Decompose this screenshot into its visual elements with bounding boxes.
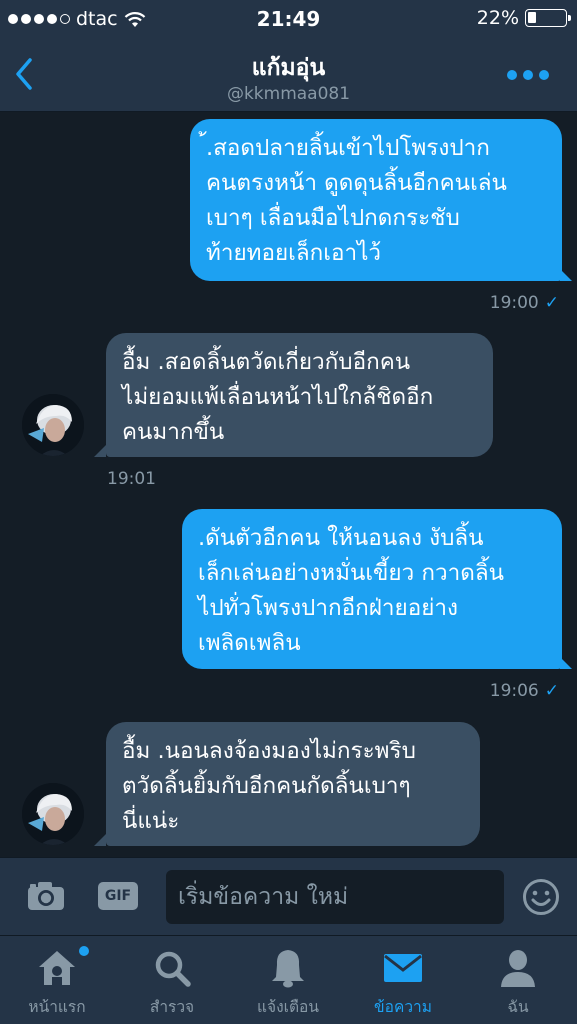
bubble-tail	[94, 445, 106, 457]
tab-explore[interactable]: สำรวจ	[122, 946, 222, 1019]
message-line: ตวัดลิ้นยิ้มกับอีกคนกัดลิ้นเบาๆ	[122, 773, 411, 799]
message-line: ้.สอดปลายลิ้นเข้าไปโพรงปาก	[206, 135, 490, 161]
more-options-button[interactable]	[507, 70, 549, 80]
message-line: ไม่ยอมแพ้เลื่อนหน้าไปใกล้ชิดอีก	[122, 384, 434, 410]
battery-percent: 22%	[476, 7, 519, 29]
bubble-tail	[560, 269, 572, 281]
message-line: เพลิดเพลิน	[198, 630, 301, 656]
avatar[interactable]	[22, 783, 84, 845]
battery-icon	[525, 9, 571, 27]
tab-me[interactable]: ฉัน	[468, 946, 568, 1019]
tab-home[interactable]: หน้าแรก	[7, 946, 107, 1019]
emoji-button[interactable]	[522, 878, 560, 916]
message-composer: GIF	[0, 857, 577, 935]
message-bubble-outgoing[interactable]: .ดันตัวอีกคน ให้นอนลง งับลิ้น เล็กเล่นอย…	[182, 509, 562, 669]
bell-icon	[272, 950, 304, 988]
contact-name[interactable]: แก้มอุ่น	[0, 50, 577, 86]
notification-dot	[79, 946, 89, 956]
tab-bar: หน้าแรก สำรวจ แจ้งเตือน ข้อความ ฉัน	[0, 935, 577, 1024]
envelope-icon	[384, 954, 422, 982]
message-line: ไปทั่วโพรงปากอีกฝ่ายอย่าง	[198, 595, 459, 621]
tab-label: หน้าแรก	[28, 998, 86, 1016]
read-check-icon: ✓	[544, 681, 559, 701]
message-line: คนมากขึ้น	[122, 419, 225, 445]
tab-label: สำรวจ	[149, 998, 195, 1016]
message-input[interactable]	[166, 870, 504, 924]
message-line: นี่แน่ะ	[122, 808, 180, 834]
bubble-tail	[94, 834, 106, 846]
message-bubble-incoming[interactable]: อื้ม .สอดลิ้นตวัดเกี่ยวกับอีกคน ไม่ยอมแพ…	[106, 333, 493, 457]
smiley-icon	[523, 879, 559, 915]
tab-messages[interactable]: ข้อความ	[353, 946, 453, 1019]
message-timestamp: 19:00 ✓	[489, 293, 559, 313]
message-line: คนตรงหน้า ดูดดุนลิ้นอีกคนเล่น	[206, 170, 507, 196]
home-icon	[39, 951, 75, 985]
message-thread[interactable]: ้.สอดปลายลิ้นเข้าไปโพรงปาก คนตรงหน้า ดูด…	[0, 113, 577, 857]
contact-handle: @kkmmaa081	[226, 84, 351, 104]
tab-label: ฉัน	[507, 998, 529, 1016]
read-check-icon: ✓	[544, 293, 559, 313]
camera-icon	[28, 882, 64, 910]
message-line: .ดันตัวอีกคน ให้นอนลง งับลิ้น	[198, 525, 484, 551]
avatar[interactable]	[22, 394, 84, 456]
tab-label: แจ้งเตือน	[257, 998, 319, 1016]
status-bar: dtac 21:49 22%	[0, 0, 577, 40]
battery-level	[528, 12, 536, 23]
status-right: 22%	[476, 7, 571, 29]
conversation-header: แก้มอุ่น @kkmmaa081	[0, 40, 577, 112]
person-icon	[501, 950, 535, 987]
message-line: อื้ม .นอนลงจ้องมองไม่กระพริบ	[122, 738, 416, 764]
gif-button[interactable]: GIF	[98, 882, 138, 910]
tab-label: ข้อความ	[374, 998, 432, 1016]
message-line: อื้ม .สอดลิ้นตวัดเกี่ยวกับอีกคน	[122, 349, 411, 375]
message-timestamp: 19:06 ✓	[489, 681, 559, 701]
message-line: เล็กเล่นอย่างหมั่นเขี้ยว กวาดลิ้น	[198, 560, 505, 586]
more-dots-icon	[507, 70, 517, 80]
bubble-tail	[560, 657, 572, 669]
search-icon	[155, 951, 191, 987]
message-timestamp: 19:01	[107, 469, 156, 489]
camera-button[interactable]	[26, 880, 66, 912]
message-line: ท้ายทอยเล็กเอาไว้	[206, 240, 382, 266]
message-bubble-incoming[interactable]: อื้ม .นอนลงจ้องมองไม่กระพริบ ตวัดลิ้นยิ้…	[106, 722, 480, 846]
tab-notifications[interactable]: แจ้งเตือน	[238, 946, 338, 1019]
message-line: เบาๆ เลื่อนมือไปกดกระชับ	[206, 205, 460, 231]
message-bubble-outgoing[interactable]: ้.สอดปลายลิ้นเข้าไปโพรงปาก คนตรงหน้า ดูด…	[190, 119, 562, 281]
